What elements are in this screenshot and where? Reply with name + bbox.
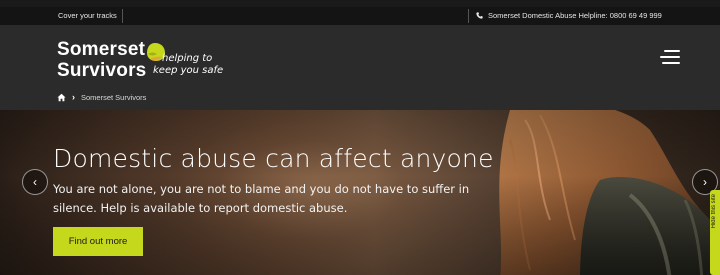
site-header: Somerset Survivors helping to keep you s… (0, 25, 720, 110)
divider (122, 9, 123, 23)
hero-subtext: You are not alone, you are not to blame … (53, 182, 470, 215)
cover-your-tracks-link[interactable]: Cover your tracks (58, 11, 117, 20)
site-logo[interactable]: Somerset Survivors helping to keep you s… (57, 39, 227, 83)
divider (468, 9, 469, 23)
logo-line2: Survivors (57, 60, 147, 81)
breadcrumb: › Somerset Survivors (57, 92, 146, 102)
logo-tagline-1: helping to (162, 53, 213, 64)
logo-tagline-2: keep you safe (153, 65, 224, 76)
breadcrumb-current: Somerset Survivors (81, 92, 147, 102)
hamburger-menu-icon[interactable] (660, 47, 682, 65)
hero-slider: ‹ › Domestic abuse can affect anyone You… (0, 110, 720, 275)
logo-line1: Somerset (57, 39, 146, 60)
chevron-right-icon: › (72, 92, 75, 102)
hide-site-tab[interactable]: Hide this site (710, 190, 720, 275)
phone-icon (476, 12, 483, 19)
page: Cover your tracks Somerset Domestic Abus… (0, 0, 720, 275)
helpline-link[interactable]: Somerset Domestic Abuse Helpline: 0800 6… (476, 11, 662, 20)
home-icon[interactable] (57, 93, 66, 102)
slider-prev-button[interactable]: ‹ (22, 169, 48, 195)
hero-headline: Domestic abuse can affect anyone (53, 144, 494, 173)
hide-site-label: Hide this site (711, 194, 717, 229)
find-out-more-button[interactable]: Find out more (53, 227, 143, 256)
helpline-text: Somerset Domestic Abuse Helpline: 0800 6… (488, 11, 662, 20)
top-utility-bar: Cover your tracks Somerset Domestic Abus… (0, 7, 720, 25)
